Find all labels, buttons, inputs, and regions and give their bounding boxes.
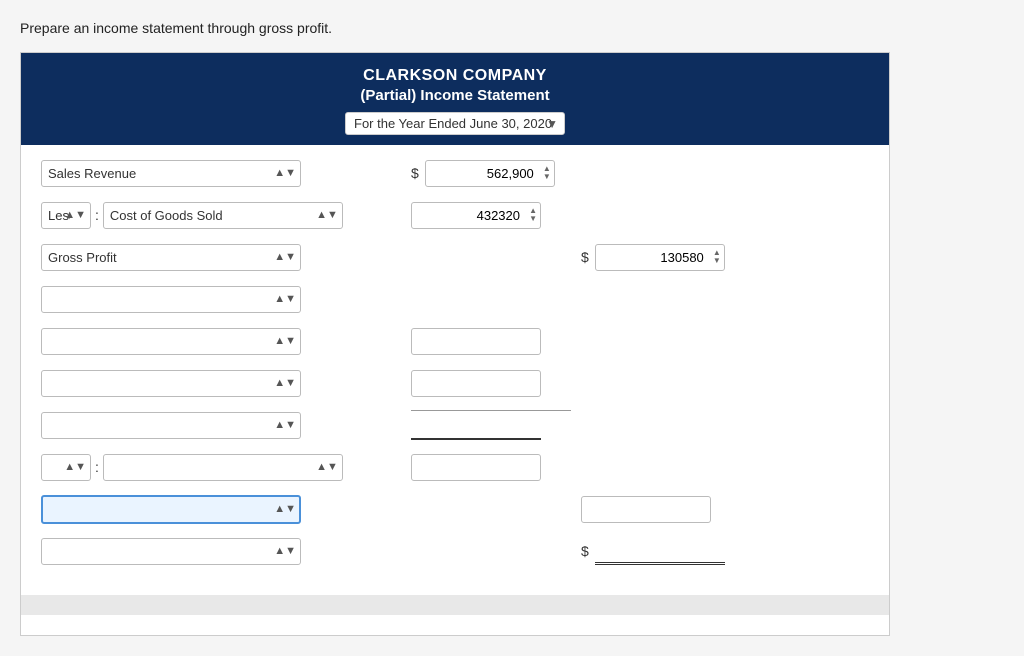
cogs-label-wrapper[interactable]: Cost of Goods Sold ▲▼ (103, 202, 343, 229)
gross-profit-select[interactable]: Gross Profit (41, 244, 301, 271)
final-select[interactable] (41, 538, 301, 565)
statement-subtitle: (Partial) Income Statement (31, 87, 879, 104)
sales-revenue-select-wrapper[interactable]: Sales Revenue ▲▼ (41, 160, 301, 187)
highlight-row: ▲▼ (41, 491, 869, 527)
gross-profit-label-col: Gross Profit ▲▼ (41, 244, 381, 271)
highlight-amount2-col (581, 496, 741, 523)
final-label-col: ▲▼ (41, 538, 381, 565)
empty-row-2-amount1 (411, 328, 571, 355)
company-name: CLARKSON COMPANY (31, 67, 879, 85)
cogs-label-col: Less ▲▼ : Cost of Goods Sold ▲▼ (41, 202, 381, 229)
prefix-empty-amount-input[interactable] (411, 454, 541, 481)
prefix-empty-label-col: ▲▼ : ▲▼ (41, 454, 381, 481)
gross-profit-select-wrapper[interactable]: Gross Profit ▲▼ (41, 244, 301, 271)
prefix-empty-prefix-wrapper[interactable]: ▲▼ (41, 454, 91, 481)
empty-row-2-select[interactable] (41, 328, 301, 355)
empty-row-3-amount-input[interactable] (411, 370, 541, 397)
sales-revenue-amount1-col: $ ▲▼ (411, 160, 571, 187)
cogs-prefix-select[interactable]: Less (41, 202, 91, 229)
statement-container: CLARKSON COMPANY (Partial) Income Statem… (20, 52, 890, 636)
empty-row-1-select[interactable] (41, 286, 301, 313)
empty-row-2-select-wrapper[interactable]: ▲▼ (41, 328, 301, 355)
sales-revenue-label-col: Sales Revenue ▲▼ (41, 160, 381, 187)
prefix-empty-prefix-select[interactable] (41, 454, 91, 481)
final-select-wrapper[interactable]: ▲▼ (41, 538, 301, 565)
empty-row-3-label-col: ▲▼ (41, 370, 381, 397)
statement-header: CLARKSON COMPANY (Partial) Income Statem… (21, 53, 889, 145)
gross-profit-input-wrapper: ▲▼ (595, 244, 725, 271)
empty-row-1-select-wrapper[interactable]: ▲▼ (41, 286, 301, 313)
sales-revenue-input-wrapper: ▲▼ (425, 160, 555, 187)
empty-row-4-select-wrapper[interactable]: ▲▼ (41, 412, 301, 439)
empty-row-4-label-col: ▲▼ (41, 412, 381, 439)
final-amount2-input[interactable] (595, 537, 725, 565)
final-dollar: $ (581, 543, 589, 559)
date-select[interactable]: For the Year Ended June 30, 2020 (354, 116, 556, 131)
prefix-empty-row: ▲▼ : ▲▼ (41, 449, 869, 485)
footer-bar (21, 595, 889, 615)
date-select-wrapper[interactable]: For the Year Ended June 30, 2020 ▼ (345, 112, 565, 135)
empty-row-2-label-col: ▲▼ (41, 328, 381, 355)
prefix-empty-label-wrapper[interactable]: ▲▼ (103, 454, 343, 481)
gross-profit-amount2-col: $ ▲▼ (581, 244, 741, 271)
prefix-empty-separator: : (95, 459, 99, 475)
cogs-input-wrapper: ▲▼ (411, 202, 541, 229)
cogs-prefix-wrapper[interactable]: Less ▲▼ (41, 202, 91, 229)
final-row: ▲▼ $ (41, 533, 869, 569)
empty-row-2: ▲▼ (41, 323, 869, 359)
empty-row-3-select[interactable] (41, 370, 301, 397)
sales-revenue-row: Sales Revenue ▲▼ $ ▲▼ (41, 155, 869, 191)
cogs-input[interactable] (411, 202, 541, 229)
cogs-amount1-col: ▲▼ (411, 202, 571, 229)
empty-row-4-amount1 (411, 410, 571, 440)
empty-row-3: ▲▼ (41, 365, 869, 401)
empty-row-3-amount1 (411, 370, 571, 397)
empty-row-4: ▲▼ (41, 407, 869, 443)
sales-revenue-input[interactable] (425, 160, 555, 187)
gross-profit-dollar: $ (581, 249, 589, 265)
income-table: Sales Revenue ▲▼ $ ▲▼ Less (21, 145, 889, 585)
cogs-row: Less ▲▼ : Cost of Goods Sold ▲▼ ▲▼ (41, 197, 869, 233)
empty-row-3-select-wrapper[interactable]: ▲▼ (41, 370, 301, 397)
final-amount2-col: $ (581, 537, 741, 565)
gross-profit-row: Gross Profit ▲▼ $ ▲▼ (41, 239, 869, 275)
cogs-separator: : (95, 207, 99, 223)
highlight-label-col: ▲▼ (41, 495, 381, 524)
instruction-text: Prepare an income statement through gros… (20, 20, 1004, 36)
empty-row-1: ▲▼ (41, 281, 869, 317)
highlight-select[interactable] (41, 495, 301, 524)
empty-row-1-label-col: ▲▼ (41, 286, 381, 313)
sales-revenue-select[interactable]: Sales Revenue (41, 160, 301, 187)
gross-profit-input[interactable] (595, 244, 725, 271)
sales-revenue-dollar: $ (411, 165, 419, 181)
highlight-select-wrapper[interactable]: ▲▼ (41, 495, 301, 524)
highlight-amount2-input[interactable] (581, 496, 711, 523)
cogs-label-select[interactable]: Cost of Goods Sold (103, 202, 343, 229)
empty-row-4-select[interactable] (41, 412, 301, 439)
empty-row-2-amount-input[interactable] (411, 328, 541, 355)
prefix-empty-amount1 (411, 454, 571, 481)
empty-row-4-amount-input[interactable] (411, 413, 541, 440)
prefix-empty-label-select[interactable] (103, 454, 343, 481)
